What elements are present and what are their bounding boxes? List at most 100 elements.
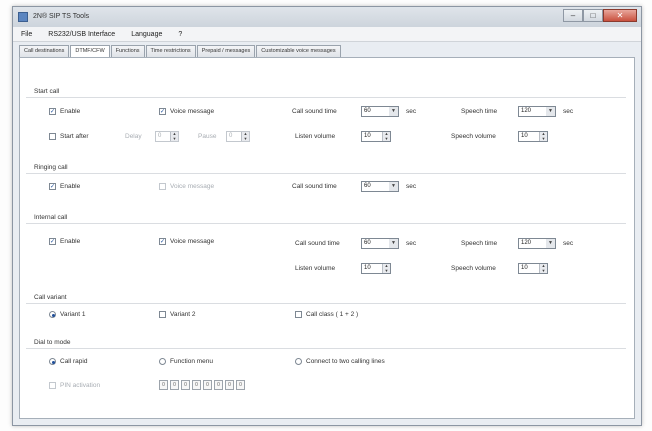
spinner-arrows-icon: ▲ ▼	[382, 131, 390, 141]
ring-call-voice-label: Voice message	[170, 183, 215, 190]
sec-unit: sec	[406, 108, 417, 115]
internal-call-speech-time-select[interactable]: 120 ▼	[518, 238, 556, 249]
internal-call-sound-time-value: 60	[364, 240, 371, 246]
sec-unit: sec	[406, 183, 417, 190]
pin-key[interactable]: 0	[225, 380, 234, 390]
pin-key[interactable]: 0	[170, 380, 179, 390]
delay-label: Delay	[125, 133, 142, 140]
tab-voice-messages[interactable]: Customizable voice messages	[256, 45, 341, 57]
start-call-speech-time-value: 120	[521, 108, 532, 114]
dial-mode-function-menu-radio[interactable]	[159, 358, 166, 365]
divider	[26, 223, 626, 224]
app-icon	[18, 12, 28, 22]
tab-time-restrictions[interactable]: Time restrictions	[145, 45, 196, 57]
menu-help[interactable]: ?	[170, 31, 190, 38]
listen-volume-value: 10	[364, 133, 371, 139]
menu-file[interactable]: File	[13, 31, 40, 38]
app-window: 2N® SIP TS Tools – □ ✕ File RS232/USB In…	[12, 6, 642, 426]
ring-call-voice-checkbox[interactable]	[159, 183, 166, 190]
tab-functions[interactable]: Functions	[110, 45, 145, 57]
sec-unit: sec	[563, 108, 574, 115]
settings-panel: Start call ✓ Enable ✓ Voice message Call…	[19, 57, 635, 419]
menu-interface[interactable]: RS232/USB Interface	[40, 31, 123, 38]
call-variant-label: Call variant	[34, 294, 67, 301]
start-call-enable-label: Enable	[60, 108, 81, 115]
sec-unit: sec	[563, 240, 574, 247]
window-title: 2N® SIP TS Tools	[33, 13, 90, 20]
dial-mode-function-menu-label: Function menu	[170, 358, 213, 365]
call-variant-1-radio[interactable]	[49, 311, 56, 318]
ring-call-enable-checkbox[interactable]: ✓	[49, 183, 56, 190]
tab-call-destinations[interactable]: Call destinations	[19, 45, 70, 57]
start-call-speech-volume-label: Speech volume	[451, 133, 496, 140]
dial-mode-call-rapid-radio[interactable]	[49, 358, 56, 365]
speech-volume-value: 10	[521, 265, 528, 271]
call-class-label: Call class ( 1 + 2 )	[306, 311, 359, 318]
internal-call-label: Internal call	[34, 214, 68, 221]
close-button[interactable]: ✕	[603, 9, 637, 22]
start-call-listen-volume-spinner[interactable]: 10 ▲ ▼	[361, 131, 391, 142]
internal-call-enable-checkbox[interactable]: ✓	[49, 238, 56, 245]
internal-call-speech-time-label: Speech time	[461, 240, 498, 247]
start-call-listen-volume-label: Listen volume	[295, 133, 336, 140]
internal-call-speech-volume-spinner[interactable]: 10 ▲ ▼	[518, 263, 548, 274]
call-variant-1-label: Variant 1	[60, 311, 86, 318]
chevron-down-icon: ▼	[389, 182, 398, 191]
start-call-sound-time-select[interactable]: 60 ▼	[361, 106, 399, 117]
call-variant-2-checkbox[interactable]	[159, 311, 166, 318]
internal-call-sound-time-select[interactable]: 60 ▼	[361, 238, 399, 249]
divider	[26, 97, 626, 98]
pin-key[interactable]: 0	[236, 380, 245, 390]
pin-activation-checkbox[interactable]	[49, 382, 56, 389]
pause-value: 0	[229, 133, 233, 139]
ring-call-label: Ringing call	[34, 164, 68, 171]
internal-call-speech-volume-label: Speech volume	[451, 265, 496, 272]
delay-spinner[interactable]: 0 ▲ ▼	[155, 131, 179, 142]
dial-mode-label: Dial to mode	[34, 339, 71, 346]
divider	[26, 303, 626, 304]
call-class-checkbox[interactable]	[295, 311, 302, 318]
start-after-checkbox[interactable]	[49, 133, 56, 140]
maximize-button[interactable]: □	[583, 9, 603, 22]
internal-call-sound-time-label: Call sound time	[295, 240, 340, 247]
start-call-speech-volume-spinner[interactable]: 10 ▲ ▼	[518, 131, 548, 142]
start-call-voice-checkbox[interactable]: ✓	[159, 108, 166, 115]
start-call-sound-time-value: 60	[364, 108, 371, 114]
pin-key[interactable]: 0	[192, 380, 201, 390]
divider	[26, 348, 626, 349]
start-call-enable-checkbox[interactable]: ✓	[49, 108, 56, 115]
speech-volume-value: 10	[521, 133, 528, 139]
pin-key[interactable]: 0	[181, 380, 190, 390]
pin-activation-label: PIN activation	[60, 382, 101, 389]
internal-call-listen-volume-spinner[interactable]: 10 ▲ ▼	[361, 263, 391, 274]
tab-prepaid[interactable]: Prepaid / messages	[196, 45, 256, 57]
pin-key-row: 0 0 0 0 0 0 0 0	[159, 380, 245, 390]
tab-strip: Call destinations DTMF/CFW Functions Tim…	[19, 45, 342, 58]
ring-call-sound-time-select[interactable]: 60 ▼	[361, 181, 399, 192]
listen-volume-value: 10	[364, 265, 371, 271]
pin-key[interactable]: 0	[214, 380, 223, 390]
internal-call-voice-checkbox[interactable]: ✓	[159, 238, 166, 245]
spinner-arrows-icon: ▲ ▼	[539, 131, 547, 141]
start-call-voice-label: Voice message	[170, 108, 215, 115]
pin-key[interactable]: 0	[159, 380, 168, 390]
dial-mode-call-rapid-label: Call rapid	[60, 358, 88, 365]
ring-call-sound-time-value: 60	[364, 183, 371, 189]
pause-spinner[interactable]: 0 ▲ ▼	[226, 131, 250, 142]
start-call-speech-time-select[interactable]: 120 ▼	[518, 106, 556, 117]
chevron-down-icon: ▼	[389, 107, 398, 116]
start-call-label: Start call	[34, 88, 60, 95]
menu-bar: File RS232/USB Interface Language ?	[13, 27, 641, 42]
ring-call-enable-label: Enable	[60, 183, 81, 190]
spinner-arrows-icon: ▲ ▼	[539, 263, 547, 273]
pause-label: Pause	[198, 133, 217, 140]
dial-mode-two-lines-radio[interactable]	[295, 358, 302, 365]
minimize-button[interactable]: –	[563, 9, 583, 22]
spinner-arrows-icon: ▲ ▼	[241, 131, 249, 141]
chevron-down-icon: ▼	[546, 239, 555, 248]
pin-key[interactable]: 0	[203, 380, 212, 390]
menu-language[interactable]: Language	[123, 31, 170, 38]
chevron-down-icon: ▼	[389, 239, 398, 248]
window-controls: – □ ✕	[563, 9, 637, 22]
dial-mode-two-lines-label: Connect to two calling lines	[306, 358, 385, 365]
